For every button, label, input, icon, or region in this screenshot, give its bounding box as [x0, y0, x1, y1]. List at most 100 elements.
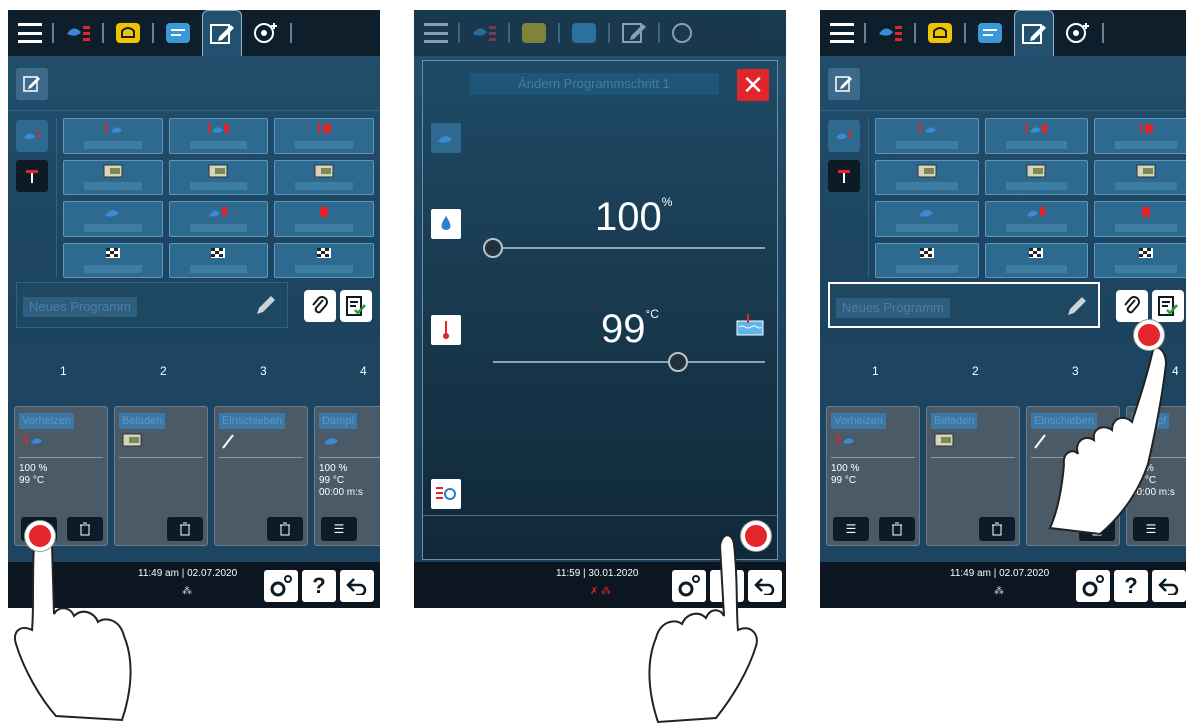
tab-recipes[interactable] — [920, 16, 960, 50]
step-title: Dampf — [319, 413, 358, 429]
delete-step-button[interactable] — [879, 517, 915, 541]
save-program-button[interactable] — [340, 290, 372, 322]
tab-recipes[interactable] — [108, 16, 148, 50]
step-card-steam[interactable]: Dampf 100 % 99 °C 00:00 m:s ☰ — [314, 406, 380, 546]
template-finish-3[interactable] — [1094, 242, 1186, 278]
template-combi[interactable] — [168, 201, 269, 237]
close-button[interactable]: ✕ — [737, 69, 769, 101]
attach-button[interactable] — [1116, 290, 1148, 322]
tab-connectivity[interactable] — [246, 16, 286, 50]
touch-point-indicator — [741, 521, 771, 551]
template-finish-2[interactable] — [168, 242, 269, 278]
template-preheat-steam[interactable] — [63, 118, 163, 154]
tab-separator — [508, 23, 510, 43]
menu-icon[interactable] — [830, 23, 854, 43]
tab-separator — [914, 23, 916, 43]
cooking-steps-filter-button[interactable] — [16, 120, 48, 152]
step-card-insert[interactable]: Einschieben — [214, 406, 308, 546]
step-settings-button[interactable]: ☰ — [321, 517, 357, 541]
template-load-3[interactable] — [274, 159, 374, 195]
temperature-slider-handle[interactable] — [667, 352, 688, 372]
tab-connectivity[interactable] — [1058, 16, 1098, 50]
tab-cooking-modes[interactable] — [870, 16, 910, 50]
temperature-value: 99°C — [601, 307, 659, 352]
step-card-load[interactable]: Beladen — [926, 406, 1020, 546]
divider — [8, 110, 380, 111]
back-button[interactable] — [340, 570, 374, 602]
program-name-placeholder: Neues Programm — [23, 297, 137, 317]
template-finish-3[interactable] — [274, 242, 374, 278]
hand-pointer-icon — [14, 532, 132, 722]
tab-programs[interactable] — [970, 16, 1010, 50]
tab-separator — [290, 23, 292, 43]
trash-icon — [280, 522, 290, 536]
template-load-2[interactable] — [168, 159, 269, 195]
template-preheat-combi[interactable] — [984, 118, 1089, 154]
tab-separator — [1102, 23, 1104, 43]
attach-button[interactable] — [304, 290, 336, 322]
touch-point-indicator — [25, 521, 55, 551]
template-load-1[interactable] — [63, 159, 163, 195]
back-arrow-icon — [346, 578, 367, 595]
tab-cooking-modes[interactable] — [58, 16, 98, 50]
cooking-modes-icon — [879, 26, 902, 41]
help-button[interactable]: ? — [1114, 570, 1148, 602]
delete-step-button[interactable] — [267, 517, 303, 541]
edit-mode-icon — [828, 68, 860, 100]
step-values: 100 % 99 °C — [19, 463, 48, 486]
template-finish-2[interactable] — [984, 242, 1089, 278]
save-program-button[interactable] — [1152, 290, 1184, 322]
delete-step-button[interactable] — [979, 517, 1015, 541]
program-name-field[interactable]: Neues Programm — [16, 282, 288, 328]
step-values: 100 % 99 °C 00:00 m:s — [319, 463, 363, 498]
settings-button[interactable] — [264, 570, 298, 602]
tab-separator — [558, 23, 560, 43]
tab-edit-program[interactable] — [1014, 10, 1054, 56]
template-preheat-dry[interactable] — [1094, 118, 1186, 154]
gear-icon — [1082, 575, 1104, 597]
cooking-steps-filter-button[interactable] — [828, 120, 860, 152]
finish-flag-icon — [1139, 247, 1154, 258]
template-preheat-combi[interactable] — [168, 118, 269, 154]
template-finish-1[interactable] — [63, 242, 163, 278]
fan-speed-icon[interactable] — [431, 479, 461, 509]
network-icon: ⁂ — [994, 586, 1004, 597]
template-steam[interactable] — [63, 201, 163, 237]
template-preheat-steam[interactable] — [875, 118, 979, 154]
template-finish-1[interactable] — [875, 242, 979, 278]
program-name-field[interactable]: Neues Programm — [828, 282, 1100, 328]
tab-separator — [152, 23, 154, 43]
back-button[interactable] — [1152, 570, 1186, 602]
manual-steps-filter-button[interactable] — [16, 160, 48, 192]
screen-edit-step-dialog: Ändern Programmschritt 1 ✕ 100% 99°C 11:… — [414, 10, 786, 608]
brush-icon — [221, 433, 235, 452]
template-combi[interactable] — [984, 201, 1089, 237]
water-bath-icon[interactable] — [735, 313, 765, 337]
cooking-modes-icon — [67, 26, 90, 41]
template-steam[interactable] — [875, 201, 979, 237]
template-load-1[interactable] — [875, 159, 979, 195]
template-load-2[interactable] — [984, 159, 1089, 195]
tab-programs[interactable] — [158, 16, 198, 50]
tab-connectivity — [664, 16, 704, 50]
delete-step-button[interactable] — [167, 517, 203, 541]
cooking-mode-steam-icon[interactable] — [431, 123, 461, 153]
menu-icon[interactable] — [18, 23, 42, 43]
step-settings-button[interactable]: ☰ — [833, 517, 869, 541]
tab-edit-program[interactable] — [202, 10, 242, 56]
temperature-slider[interactable] — [493, 352, 765, 372]
humidity-slider[interactable] — [483, 238, 765, 258]
step-card-preheat[interactable]: Vorheizen 100 % 99 °C ☰ — [826, 406, 920, 546]
template-preheat-dry[interactable] — [274, 118, 374, 154]
template-dry-heat[interactable] — [1094, 201, 1186, 237]
template-dry-heat[interactable] — [274, 201, 374, 237]
settings-button[interactable] — [1076, 570, 1110, 602]
finish-flag-icon — [211, 247, 226, 258]
tab-separator — [608, 23, 610, 43]
finish-flag-icon — [1029, 247, 1044, 258]
humidity-slider-handle[interactable] — [483, 238, 503, 258]
help-button[interactable]: ? — [302, 570, 336, 602]
manual-steps-filter-button[interactable] — [828, 160, 860, 192]
template-load-3[interactable] — [1094, 159, 1186, 195]
humidity-unit: % — [661, 195, 673, 209]
